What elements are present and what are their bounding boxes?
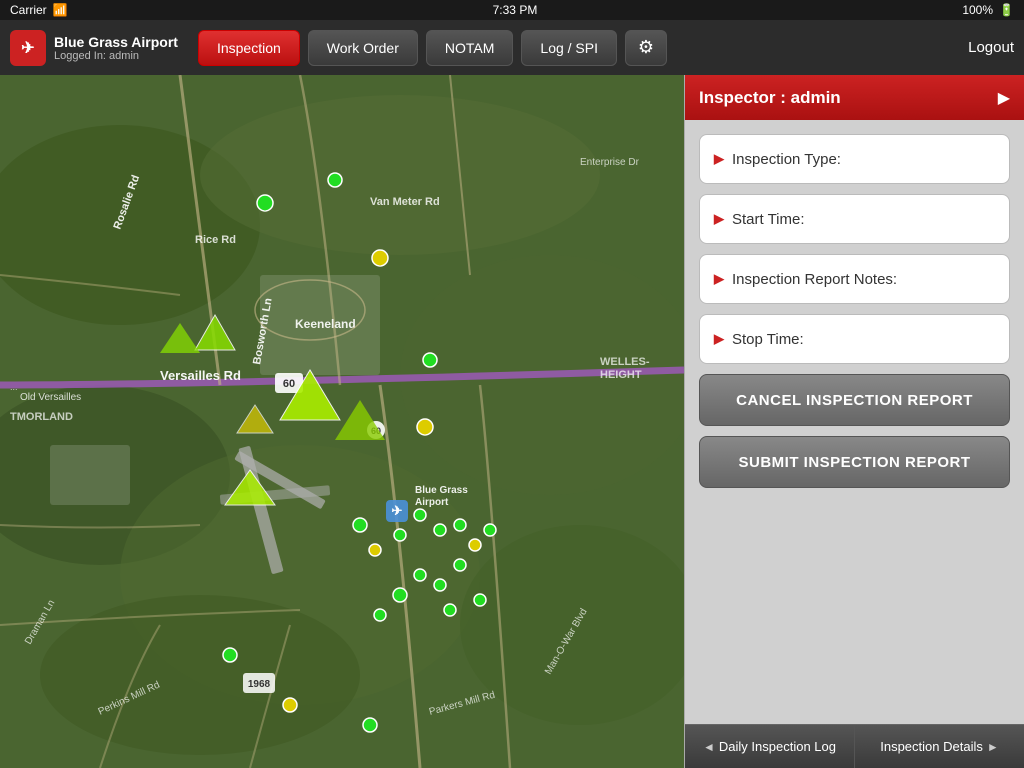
svg-text:Perkins Mill Rd: Perkins Mill Rd — [97, 680, 162, 718]
svg-text:Old Versailles: Old Versailles — [20, 392, 81, 403]
nav-work-order[interactable]: Work Order — [308, 30, 418, 66]
inspection-type-arrow: ▶ — [714, 151, 724, 167]
inspection-details-label: Inspection Details — [880, 739, 983, 754]
tab-inspection-details[interactable]: Inspection Details ► — [855, 725, 1024, 768]
settings-button[interactable]: ⚙ — [625, 30, 667, 66]
map-area[interactable]: 60 Rosalie Rd Bosworth Ln Versailles Rd … — [0, 75, 684, 768]
svg-text:TMORLAND: TMORLAND — [10, 411, 73, 423]
svg-text:1968: 1968 — [248, 679, 271, 690]
app-title-group: Blue Grass Airport Logged In: admin — [54, 34, 178, 62]
nav-inspection[interactable]: Inspection — [198, 30, 300, 66]
inspection-type-field[interactable]: ▶ Inspection Type: — [699, 134, 1010, 184]
nav-notam[interactable]: NOTAM — [426, 30, 514, 66]
time-display: 7:33 PM — [493, 3, 538, 17]
start-time-arrow: ▶ — [714, 211, 724, 227]
carrier-label: Carrier — [10, 3, 47, 17]
stop-time-field[interactable]: ▶ Stop Time: — [699, 314, 1010, 364]
svg-text:Man-O-War Blvd: Man-O-War Blvd — [543, 607, 590, 677]
cancel-inspection-button[interactable]: CANCEL INSPECTION REPORT — [699, 374, 1010, 426]
logged-in-label: Logged In: admin — [54, 50, 178, 62]
nav-log-spi[interactable]: Log / SPI — [521, 30, 617, 66]
svg-text:60: 60 — [283, 378, 295, 390]
app-logo-icon: ✈ — [10, 30, 46, 66]
svg-text:Rice Rd: Rice Rd — [195, 234, 236, 246]
svg-text:Rosalie Rd: Rosalie Rd — [112, 173, 143, 231]
svg-text:Airport: Airport — [415, 497, 449, 508]
svg-text:Blue Grass: Blue Grass — [415, 485, 468, 496]
submit-inspection-button[interactable]: SUBMIT INSPECTION REPORT — [699, 436, 1010, 488]
svg-text:Van Meter Rd: Van Meter Rd — [370, 196, 440, 208]
panel-expand-icon[interactable]: ▶ — [998, 88, 1010, 108]
main-content: 60 Rosalie Rd Bosworth Ln Versailles Rd … — [0, 75, 1024, 768]
start-time-field[interactable]: ▶ Start Time: — [699, 194, 1010, 244]
report-notes-arrow: ▶ — [714, 271, 724, 287]
wifi-icon: 📶 — [53, 3, 68, 17]
svg-text:60: 60 — [371, 426, 381, 436]
right-panel: Inspector : admin ▶ ▶ Inspection Type: ▶… — [684, 75, 1024, 768]
plane-icon: ✈ — [21, 38, 34, 58]
start-time-label: Start Time: — [732, 211, 805, 228]
svg-text:Keeneland: Keeneland — [295, 317, 356, 331]
battery-label: 100% — [962, 3, 993, 17]
stop-time-label: Stop Time: — [732, 331, 804, 348]
panel-header: Inspector : admin ▶ — [685, 75, 1024, 120]
bottom-tabs: ◄ Daily Inspection Log Inspection Detail… — [685, 724, 1024, 768]
svg-text:Parkers Mill Rd: Parkers Mill Rd — [428, 690, 496, 718]
app-name: Blue Grass Airport — [54, 34, 178, 50]
status-bar: Carrier 📶 7:33 PM 100% 🔋 — [0, 0, 1024, 20]
inspection-details-right-arrow: ► — [987, 740, 999, 754]
inspection-type-label: Inspection Type: — [732, 151, 841, 168]
tab-daily-log[interactable]: ◄ Daily Inspection Log — [685, 725, 855, 768]
daily-log-label: Daily Inspection Log — [719, 739, 836, 754]
svg-text:Versailles Rd: Versailles Rd — [160, 368, 241, 383]
report-notes-label: Inspection Report Notes: — [732, 271, 897, 288]
svg-text:HEIGHT: HEIGHT — [600, 369, 642, 381]
daily-log-left-arrow: ◄ — [703, 740, 715, 754]
panel-body: ▶ Inspection Type: ▶ Start Time: ▶ Inspe… — [685, 120, 1024, 724]
header: ✈ Blue Grass Airport Logged In: admin In… — [0, 20, 1024, 75]
svg-text:Draman Ln: Draman Ln — [23, 598, 57, 646]
svg-text:Bosworth Ln: Bosworth Ln — [251, 297, 275, 366]
logout-button[interactable]: Logout — [968, 39, 1014, 56]
battery-icon: 🔋 — [999, 3, 1014, 17]
svg-text:WELLES-: WELLES- — [600, 356, 650, 368]
svg-text:Enterprise Dr: Enterprise Dr — [580, 157, 640, 168]
stop-time-arrow: ▶ — [714, 331, 724, 347]
svg-text:...: ... — [10, 382, 18, 392]
gear-icon: ⚙ — [638, 37, 654, 58]
svg-text:✈: ✈ — [392, 503, 403, 518]
panel-title: Inspector : admin — [699, 88, 841, 108]
report-notes-field[interactable]: ▶ Inspection Report Notes: — [699, 254, 1010, 304]
